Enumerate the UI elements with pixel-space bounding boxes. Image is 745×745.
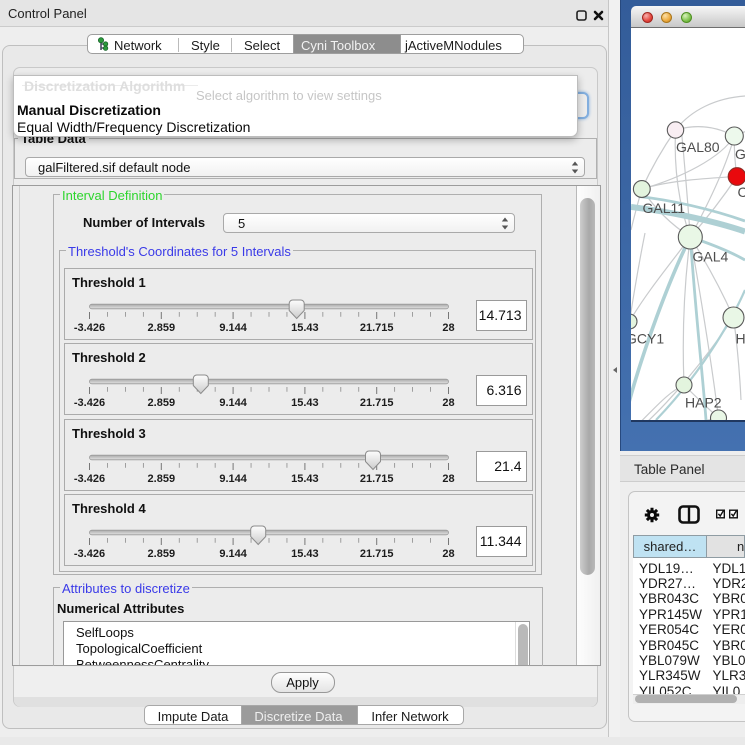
svg-text:2.859: 2.859: [148, 548, 176, 560]
svg-text:28: 28: [442, 472, 454, 484]
svg-text:28: 28: [442, 397, 454, 409]
svg-text:HAP2: HAP2: [685, 394, 722, 410]
svg-text:GAL80: GAL80: [676, 139, 720, 155]
svg-text:28: 28: [442, 548, 454, 560]
svg-text:15.43: 15.43: [291, 472, 319, 484]
svg-text:GAL11: GAL11: [643, 200, 686, 216]
svg-text:-3.426: -3.426: [74, 472, 105, 484]
svg-text:-3.426: -3.426: [74, 397, 105, 409]
svg-text:21.715: 21.715: [360, 322, 394, 334]
svg-text:21.715: 21.715: [360, 397, 394, 409]
svg-text:15.43: 15.43: [291, 322, 319, 334]
svg-text:21.715: 21.715: [360, 548, 394, 560]
svg-text:2.859: 2.859: [148, 322, 176, 334]
svg-text:-3.426: -3.426: [74, 548, 105, 560]
svg-text:CYC: CYC: [738, 184, 745, 200]
svg-text:9.144: 9.144: [219, 397, 247, 409]
svg-text:2.859: 2.859: [148, 472, 176, 484]
svg-text:HIS: HIS: [736, 330, 745, 346]
svg-text:15.43: 15.43: [291, 548, 319, 560]
svg-text:28: 28: [442, 322, 454, 334]
svg-text:21.715: 21.715: [360, 472, 394, 484]
svg-text:GCY1: GCY1: [631, 330, 664, 346]
svg-text:2.859: 2.859: [148, 397, 176, 409]
svg-text:9.144: 9.144: [219, 322, 247, 334]
svg-text:-3.426: -3.426: [74, 322, 105, 334]
svg-text:9.144: 9.144: [219, 472, 247, 484]
svg-text:GAL4: GAL4: [693, 248, 729, 264]
svg-text:9.144: 9.144: [219, 548, 247, 560]
svg-text:GAL3: GAL3: [735, 146, 745, 162]
svg-text:15.43: 15.43: [291, 397, 319, 409]
